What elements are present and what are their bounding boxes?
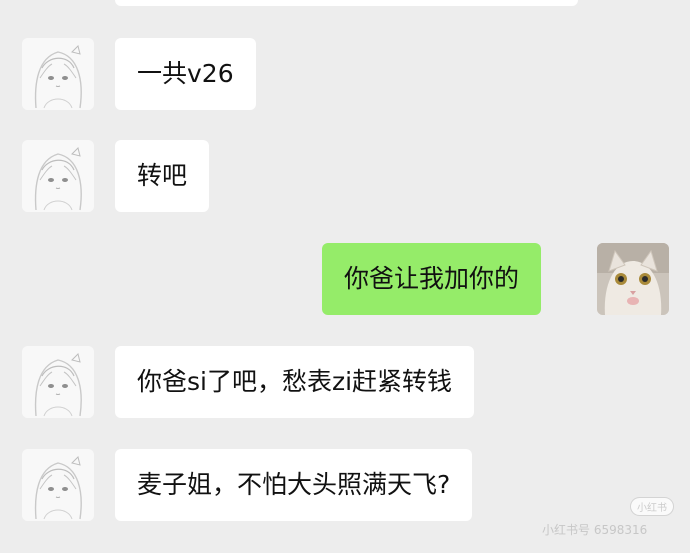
anime-girl-avatar-icon (22, 38, 94, 110)
chat-bubble-incoming[interactable]: 一共v26 (115, 38, 256, 110)
message-text: 转吧 (137, 161, 188, 190)
message-text: 你爸si了吧，愁表zi赶紧转钱 (137, 367, 453, 396)
contact-avatar[interactable] (22, 38, 94, 110)
chat-bubble-outgoing[interactable]: 你爸让我加你的 (322, 243, 542, 315)
anime-girl-avatar-icon (22, 346, 94, 418)
anime-girl-avatar-icon (22, 449, 94, 521)
chat-bubble-incoming[interactable]: 你爸si了吧，愁表zi赶紧转钱 (115, 346, 475, 418)
chat-area: 一共v26 转吧 你爸让我加你的 你爸si了吧，愁表zi赶紧转钱 麦子姐，不怕大… (0, 0, 690, 553)
cat-avatar-icon (597, 243, 669, 315)
anime-girl-avatar-icon (22, 140, 94, 212)
contact-avatar[interactable] (22, 346, 94, 418)
chat-bubble-incoming[interactable]: 转吧 (115, 140, 210, 212)
message-text: 麦子姐，不怕大头照满天飞? (137, 470, 451, 499)
contact-avatar[interactable] (22, 140, 94, 212)
chat-bubble-incoming[interactable]: 麦子姐，不怕大头照满天飞? (115, 449, 473, 521)
message-text: 一共v26 (137, 59, 234, 88)
contact-avatar[interactable] (22, 449, 94, 521)
chat-bubble-partial[interactable] (115, 0, 578, 6)
watermark-text: 小红书号 6598316 (542, 523, 648, 537)
my-avatar[interactable] (597, 243, 669, 315)
watermark-badge: 小红书 (630, 497, 674, 516)
message-text: 你爸让我加你的 (344, 264, 520, 293)
